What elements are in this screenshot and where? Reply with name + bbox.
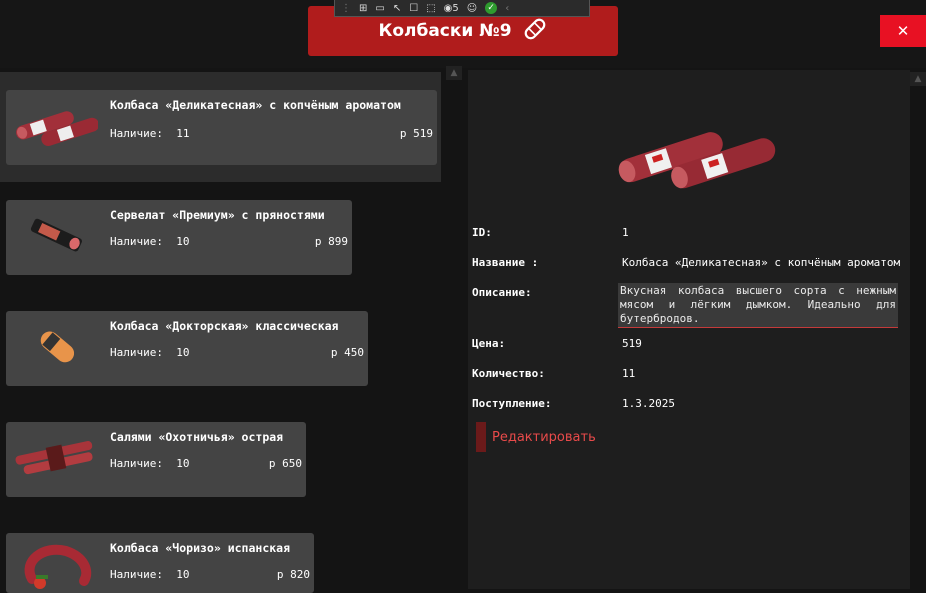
product-price: р 820: [276, 568, 310, 581]
product-card[interactable]: Колбаса «Деликатесная» с копчёным аромат…: [6, 90, 437, 165]
list-scroll-up-icon[interactable]: ▲: [446, 66, 462, 80]
name-value: Колбаса «Деликатесная» с копчёным аромат…: [622, 256, 901, 269]
edit-button-accent: [476, 422, 486, 452]
product-price: р 519: [399, 127, 433, 140]
arrival-date-value: 1.3.2025: [622, 397, 675, 410]
list-item-selected[interactable]: Колбаса «Деликатесная» с копчёным аромат…: [0, 72, 441, 182]
edit-button[interactable]: Редактировать: [476, 422, 596, 452]
video-icon[interactable]: ▭: [375, 3, 384, 14]
id-value: 1: [622, 226, 629, 239]
binding-failures-count: 5: [452, 2, 459, 14]
detail-scrollbar[interactable]: ▲: [910, 70, 926, 589]
availability-label: Наличие: 10: [110, 457, 190, 470]
product-image: [16, 111, 98, 146]
id-label: ID:: [472, 226, 492, 239]
product-detail: ID: 1 Название : Колбаса «Деликатесная» …: [468, 70, 910, 589]
availability-label: Наличие: 11: [110, 127, 190, 140]
availability-qty: 10: [176, 568, 190, 581]
edit-button-label: Редактировать: [492, 429, 596, 445]
quantity-value: 11: [622, 367, 636, 380]
select-element-icon[interactable]: ↖: [393, 3, 401, 14]
product-name: Колбаса «Чоризо» испанская: [110, 541, 291, 555]
description-label: Описание:: [472, 286, 532, 299]
product-card[interactable]: Сервелат «Премиум» с пряностями Наличие:…: [6, 200, 352, 275]
detail-scroll-up-icon[interactable]: ▲: [910, 72, 926, 86]
close-icon: ✕: [896, 22, 910, 40]
product-image: [24, 544, 92, 589]
price-label: Цена:: [472, 337, 506, 350]
product-detail-image: [618, 132, 776, 189]
close-button[interactable]: ✕: [880, 15, 926, 47]
drag-handle-icon[interactable]: ⋮: [341, 3, 351, 14]
availability-label: Наличие: 10: [110, 346, 190, 359]
arrival-date-label: Поступление:: [472, 397, 552, 410]
product-card[interactable]: Колбаса «Докторская» классическая Наличи…: [6, 311, 368, 386]
product-list: ▲ Колбаса «Деликатесная» с копчёным аром…: [0, 66, 462, 593]
sausage-icon: [522, 16, 548, 47]
product-card[interactable]: Салями «Охотничья» острая Наличие: 10 р …: [6, 422, 306, 497]
check-icon[interactable]: ✓: [485, 2, 498, 14]
availability-qty: 10: [176, 235, 190, 248]
product-price: р 650: [268, 457, 302, 470]
description-field[interactable]: Вкусная колбаса высшего сорта с нежным м…: [618, 283, 898, 328]
product-name: Колбаса «Докторская» классическая: [110, 319, 339, 333]
product-price: р 450: [330, 346, 364, 359]
product-image: [15, 441, 93, 475]
page-title: Колбаски №9: [378, 21, 512, 41]
product-price: р 899: [314, 235, 348, 248]
collapse-icon[interactable]: ‹: [505, 3, 509, 14]
binding-failures-icon[interactable]: ◉5: [444, 3, 459, 14]
product-name: Салями «Охотничья» острая: [110, 430, 284, 444]
name-label: Название :: [472, 256, 539, 269]
availability-qty: 11: [176, 127, 190, 140]
availability-qty: 10: [176, 346, 190, 359]
availability-label: Наличие: 10: [110, 568, 190, 581]
price-value: 519: [622, 337, 642, 350]
availability-qty: 10: [176, 457, 190, 470]
accessibility-icon[interactable]: ☺: [467, 3, 477, 14]
product-name: Колбаса «Деликатесная» с копчёным аромат…: [110, 98, 401, 112]
product-card[interactable]: Колбаса «Чоризо» испанская Наличие: 10 р…: [6, 533, 314, 593]
product-image: [40, 331, 75, 363]
live-tree-icon[interactable]: ⊞: [359, 3, 367, 14]
availability-label: Наличие: 10: [110, 235, 190, 248]
debug-toolbar: ⋮ ⊞ ▭ ↖ ☐ ⬚ ◉5 ☺ ✓ ‹: [334, 0, 590, 17]
track-focus-icon[interactable]: ⬚: [426, 3, 435, 14]
product-name: Сервелат «Премиум» с пряностями: [110, 208, 325, 222]
layout-adorner-icon[interactable]: ☐: [409, 3, 418, 14]
product-image: [30, 218, 82, 252]
quantity-label: Количество:: [472, 367, 545, 380]
